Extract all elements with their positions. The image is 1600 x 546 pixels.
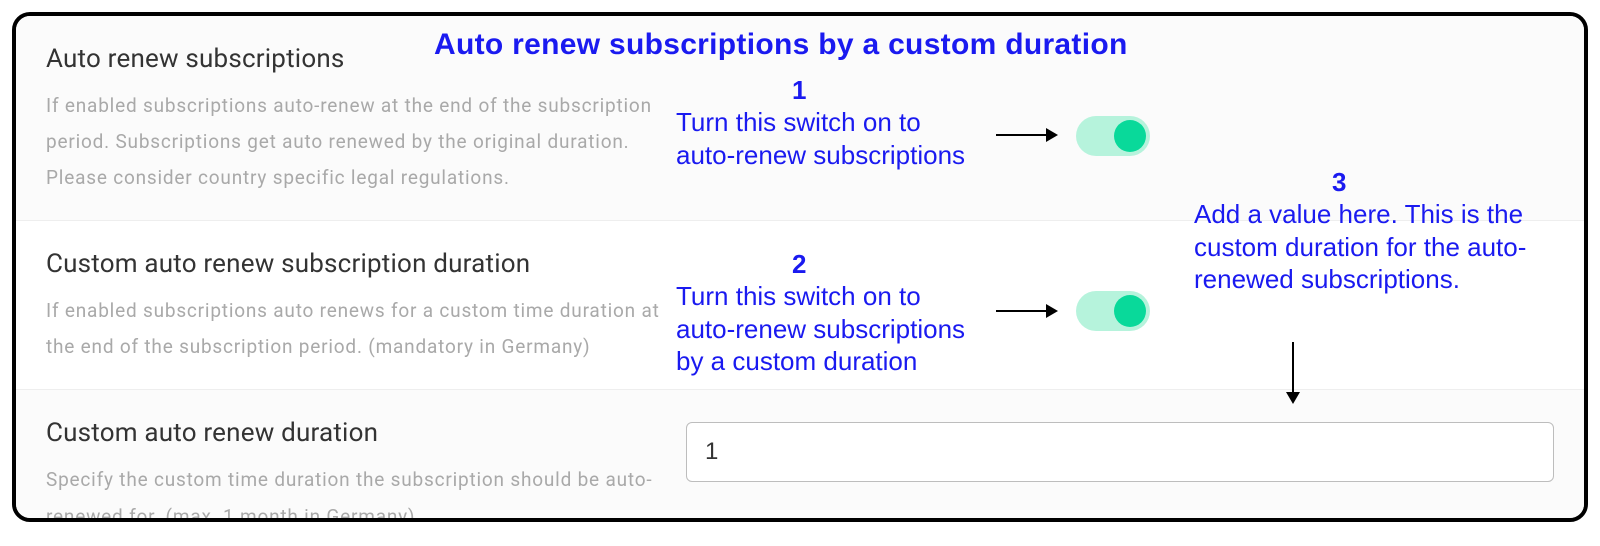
setting-text-block: Auto renew subscriptions If enabled subs…	[46, 44, 686, 196]
setting-description: If enabled subscriptions auto renews for…	[46, 293, 686, 365]
toggle-knob-icon	[1114, 120, 1146, 152]
setting-title: Custom auto renew duration	[46, 418, 686, 448]
custom-duration-toggle[interactable]	[1076, 291, 1150, 331]
toggle-knob-icon	[1114, 295, 1146, 327]
setting-description: Specify the custom time duration the sub…	[46, 462, 686, 522]
setting-control-area	[686, 44, 1554, 48]
setting-title: Auto renew subscriptions	[46, 44, 686, 74]
setting-control-area	[686, 418, 1554, 482]
custom-duration-input[interactable]	[686, 422, 1554, 482]
setting-row-custom-duration-toggle: Custom auto renew subscription duration …	[16, 221, 1584, 390]
settings-panel: Auto renew subscriptions If enabled subs…	[12, 12, 1588, 522]
setting-row-auto-renew: Auto renew subscriptions If enabled subs…	[16, 16, 1584, 221]
setting-control-area	[686, 249, 1554, 253]
auto-renew-toggle[interactable]	[1076, 116, 1150, 156]
setting-text-block: Custom auto renew subscription duration …	[46, 249, 686, 365]
setting-title: Custom auto renew subscription duration	[46, 249, 686, 279]
setting-description: If enabled subscriptions auto-renew at t…	[46, 88, 686, 196]
setting-row-custom-duration-value: Custom auto renew duration Specify the c…	[16, 390, 1584, 522]
setting-text-block: Custom auto renew duration Specify the c…	[46, 418, 686, 522]
